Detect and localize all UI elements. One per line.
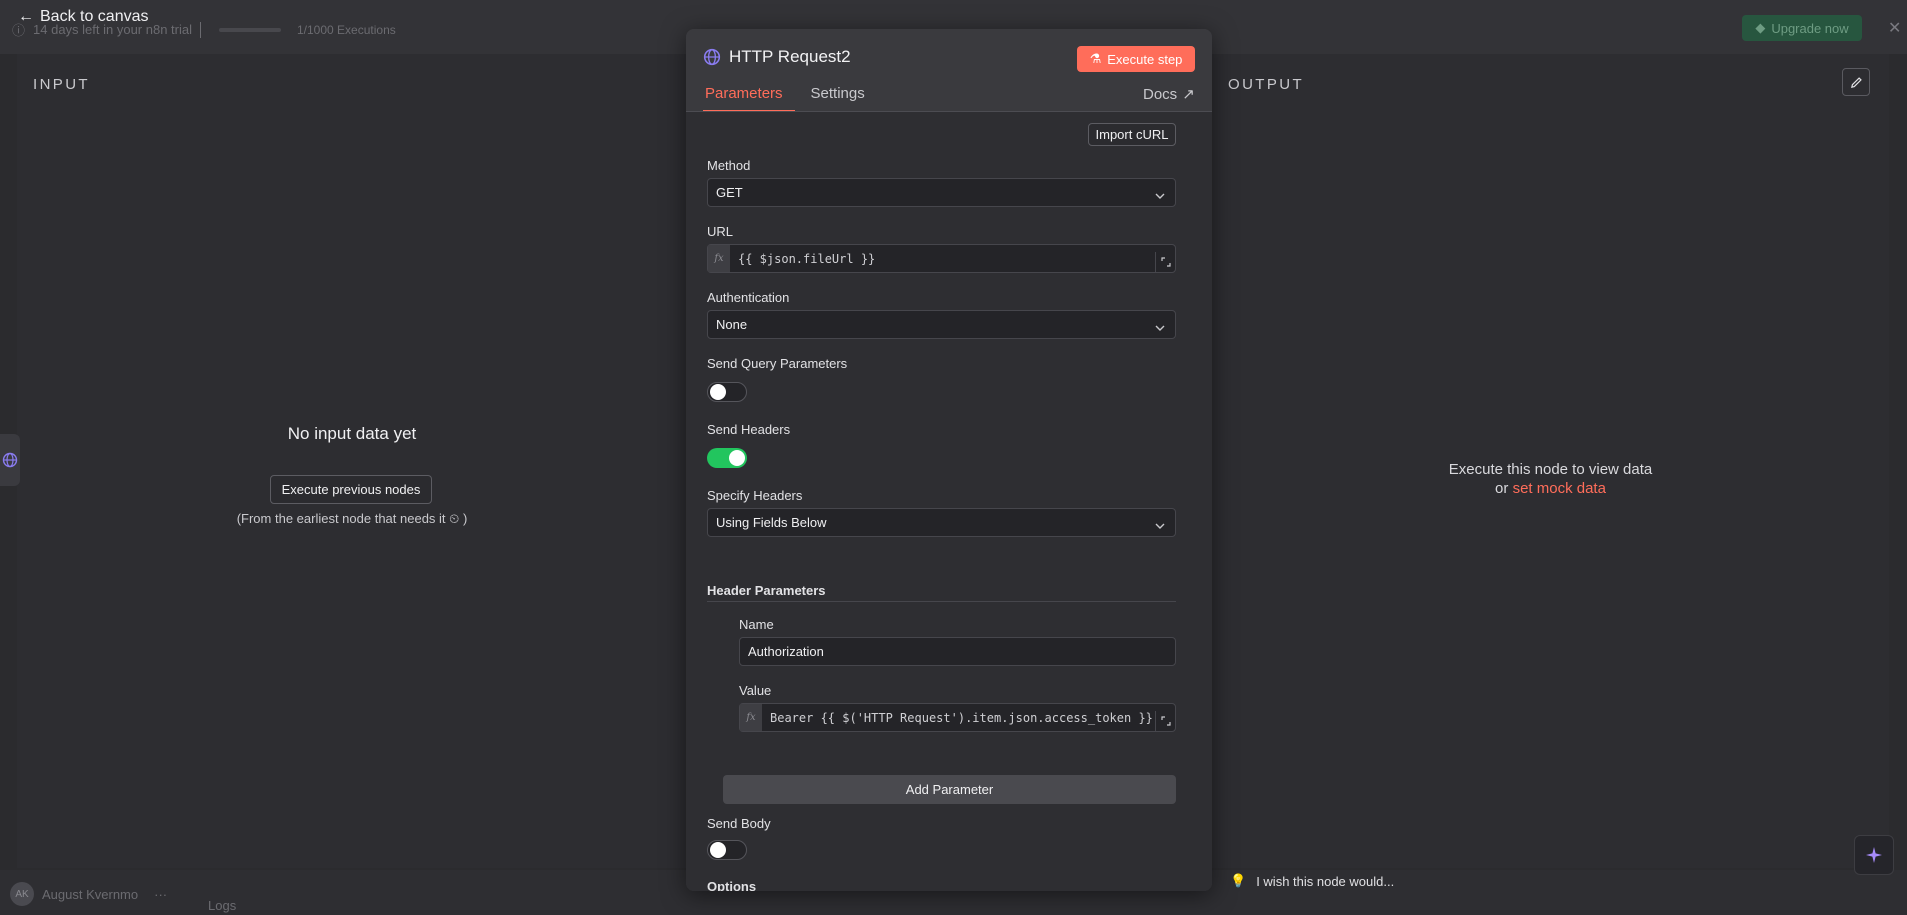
header-parameters-title: Header Parameters <box>707 583 826 598</box>
lightbulb-icon: 💡 <box>1230 873 1247 888</box>
header-name-label: Name <box>739 617 774 632</box>
import-curl-button[interactable]: Import cURL <box>1088 123 1176 146</box>
logs-label[interactable]: Logs <box>208 898 236 913</box>
no-input-message: No input data yet <box>287 424 417 443</box>
upgrade-label: Upgrade now <box>1771 20 1849 36</box>
execute-step-label: Execute step <box>1107 51 1183 67</box>
specify-headers-label: Specify Headers <box>707 488 803 503</box>
globe-icon <box>703 48 721 66</box>
arrow-left-icon: ← <box>18 8 34 25</box>
chevron-down-icon <box>1155 320 1165 335</box>
earliest-hint-end: ) <box>462 511 468 526</box>
output-panel-title: OUTPUT <box>1228 76 1305 93</box>
authentication-value: None <box>716 317 748 332</box>
close-icon[interactable]: ✕ <box>1888 18 1901 38</box>
chevron-down-icon <box>1155 518 1165 533</box>
flask-icon: ⚗ <box>1089 51 1102 66</box>
specify-headers-value: Using Fields Below <box>716 515 827 530</box>
authentication-select[interactable]: None <box>707 310 1176 339</box>
output-empty-message: Execute this node to view data or set mo… <box>1212 460 1889 498</box>
specify-headers-select[interactable]: Using Fields Below <box>707 508 1176 537</box>
back-to-canvas-label: Back to canvas <box>40 8 149 25</box>
clock-icon: ⏲ <box>449 511 460 526</box>
wish-text: I wish this node would... <box>1256 873 1395 889</box>
url-expression-input[interactable]: fx {{ $json.fileUrl }} <box>707 244 1176 273</box>
feedback-prompt[interactable]: 💡 I wish this node would... <box>1230 873 1394 889</box>
expand-expression-icon[interactable] <box>1155 251 1175 272</box>
add-parameter-button[interactable]: Add Parameter <box>723 775 1176 804</box>
user-name: August Kvernmo <box>42 886 139 902</box>
execution-count: 1/1000 Executions <box>297 22 396 37</box>
chevron-down-icon <box>1155 188 1165 203</box>
set-mock-data-link[interactable]: set mock data <box>1513 480 1606 497</box>
node-title: HTTP Request2 <box>703 47 851 67</box>
earliest-node-hint: (From the earliest node that needs it ⏲ … <box>17 511 687 527</box>
method-select[interactable]: GET <box>707 178 1176 207</box>
send-query-toggle[interactable] <box>707 382 747 402</box>
more-icon[interactable]: ··· <box>154 887 167 902</box>
earliest-hint-text: (From the earliest node that needs it <box>236 511 446 526</box>
fx-icon: fx <box>708 245 730 272</box>
node-tabs: Parameters Settings <box>703 85 865 112</box>
send-query-label: Send Query Parameters <box>707 356 848 371</box>
expand-expression-icon[interactable] <box>1155 710 1175 731</box>
output-panel: OUTPUT Execute this node to view data or… <box>1212 54 1889 868</box>
output-or-text: or <box>1495 480 1509 497</box>
header-name-input[interactable]: Authorization <box>739 637 1176 666</box>
authentication-label: Authentication <box>707 290 790 305</box>
send-headers-toggle[interactable] <box>707 448 747 468</box>
toggle-knob <box>729 450 745 466</box>
avatar: AK <box>10 882 34 906</box>
gem-icon: ◆ <box>1755 20 1766 35</box>
tab-parameters[interactable]: Parameters <box>703 85 795 112</box>
output-message-line1: Execute this node to view data <box>1448 461 1653 478</box>
header-parameters-divider <box>707 601 1176 602</box>
user-menu[interactable]: AK August Kvernmo ··· <box>10 882 167 906</box>
ai-assistant-button[interactable] <box>1854 835 1894 875</box>
execute-previous-nodes-button[interactable]: Execute previous nodes <box>270 475 432 504</box>
node-parameters-panel: HTTP Request2 ⚗ Execute step Parameters … <box>686 29 1212 891</box>
options-title: Options <box>707 879 757 891</box>
divider <box>200 21 201 38</box>
method-label: Method <box>707 158 751 173</box>
output-message-line2: or set mock data <box>1212 479 1889 498</box>
node-title-text[interactable]: HTTP Request2 <box>729 47 851 67</box>
globe-icon <box>2 452 18 468</box>
edit-output-button[interactable] <box>1842 68 1870 96</box>
tab-settings[interactable]: Settings <box>811 85 865 112</box>
external-link-icon: ↗ <box>1182 86 1195 103</box>
send-headers-label: Send Headers <box>707 422 791 437</box>
fx-icon: fx <box>740 704 762 731</box>
sparkle-icon <box>1866 847 1882 863</box>
header-value: Bearer {{ $('HTTP Request').item.json.ac… <box>770 710 1153 725</box>
parameters-form: Import cURL Method GET URL fx {{ $json.f… <box>686 112 1212 891</box>
url-value: {{ $json.fileUrl }} <box>738 251 876 266</box>
header-value-label: Value <box>739 683 772 698</box>
method-value: GET <box>716 185 743 200</box>
input-panel: INPUT No input data yet Execute previous… <box>17 54 687 868</box>
input-panel-title: INPUT <box>33 76 90 93</box>
send-body-label: Send Body <box>707 816 771 831</box>
toggle-knob <box>710 384 726 400</box>
docs-link[interactable]: Docs ↗ <box>1143 85 1195 104</box>
execution-progress-bar <box>219 27 281 32</box>
docs-label: Docs <box>1143 85 1178 103</box>
execute-step-button[interactable]: ⚗ Execute step <box>1077 46 1195 72</box>
pencil-icon <box>1850 76 1862 88</box>
back-to-canvas-button[interactable]: ← Back to canvas <box>18 8 149 26</box>
node-switch-tab[interactable] <box>0 434 20 486</box>
url-label: URL <box>707 224 734 239</box>
upgrade-button[interactable]: ◆ Upgrade now <box>1742 15 1862 41</box>
node-header: HTTP Request2 ⚗ Execute step Parameters … <box>686 29 1212 112</box>
toggle-knob <box>710 842 726 858</box>
header-value-expression-input[interactable]: fx Bearer {{ $('HTTP Request').item.json… <box>739 703 1176 732</box>
send-body-toggle[interactable] <box>707 840 747 860</box>
